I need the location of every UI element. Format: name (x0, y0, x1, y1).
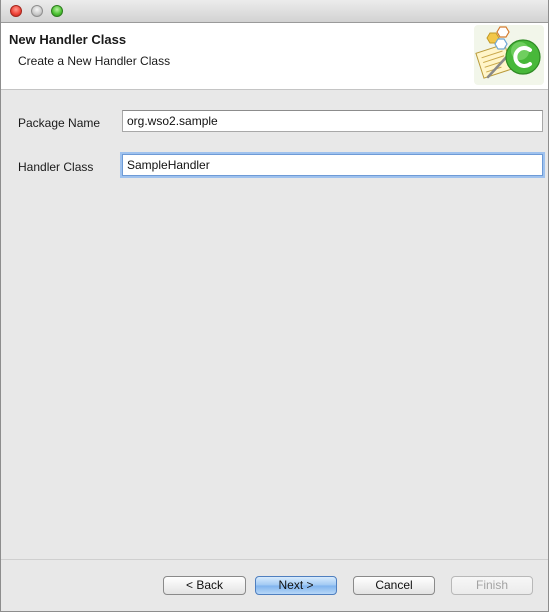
package-name-label: Package Name (18, 116, 101, 130)
next-button[interactable]: Next > (255, 576, 337, 595)
handler-class-row: Handler Class (1, 153, 548, 177)
back-button[interactable]: < Back (163, 576, 246, 595)
wso2-class-wizard-icon (474, 25, 544, 85)
wizard-header: New Handler Class Create a New Handler C… (1, 23, 548, 90)
cancel-button[interactable]: Cancel (353, 576, 435, 595)
dialog-window: New Handler Class Create a New Handler C… (0, 0, 549, 612)
zoom-window-button[interactable] (51, 5, 63, 17)
title-bar (1, 0, 548, 23)
finish-button[interactable]: Finish (451, 576, 533, 595)
close-window-button[interactable] (10, 5, 22, 17)
package-name-row: Package Name (1, 109, 548, 133)
wizard-description: Create a New Handler Class (18, 54, 171, 68)
wizard-title: New Handler Class (9, 32, 127, 47)
handler-class-label: Handler Class (18, 160, 94, 174)
footer-divider (1, 559, 548, 560)
minimize-window-button[interactable] (31, 5, 43, 17)
handler-class-input[interactable] (122, 154, 543, 176)
package-name-input[interactable] (122, 110, 543, 132)
